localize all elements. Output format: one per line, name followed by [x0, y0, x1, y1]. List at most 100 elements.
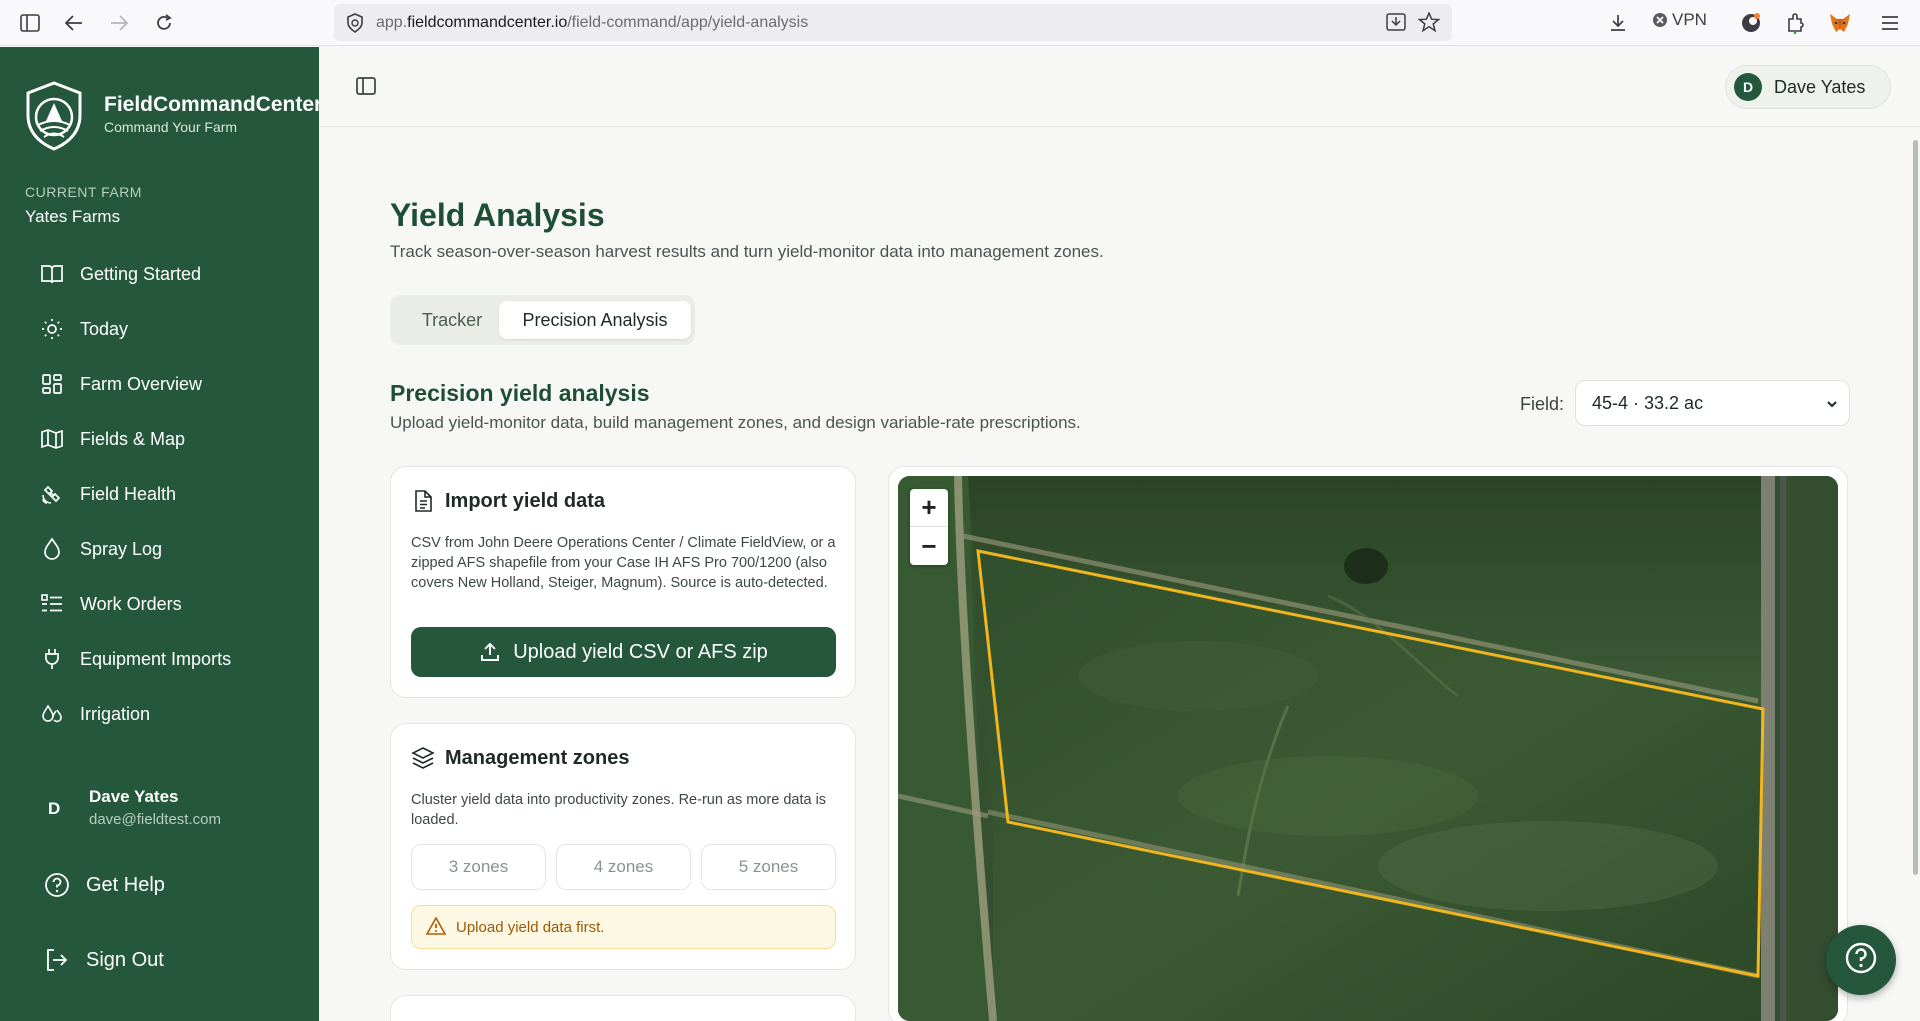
layers-icon [411, 746, 435, 770]
sidebar: FieldCommandCenter Command Your Farm CUR… [0, 47, 322, 1021]
field-map[interactable] [898, 476, 1838, 1021]
nav-today[interactable]: Today [40, 314, 128, 344]
zoom-in-button[interactable]: + [910, 489, 948, 527]
import-yield-card: Import yield data CSV from John Deere Op… [390, 466, 856, 698]
plug-icon [40, 647, 64, 671]
help-icon [1844, 941, 1878, 980]
field-select-value: 45-4 · 33.2 ac [1592, 392, 1704, 413]
user-email: dave@fieldtest.com [89, 811, 221, 828]
help-circle-icon [44, 872, 70, 898]
header-avatar: D [1734, 73, 1762, 101]
upload-button-label: Upload yield CSV or AFS zip [513, 640, 768, 663]
header-user-name: Dave Yates [1774, 76, 1866, 97]
vpn-off-icon [1653, 13, 1667, 27]
log-out-icon [44, 947, 70, 973]
install-app-icon[interactable] [1386, 13, 1406, 36]
nav-label: Irrigation [80, 703, 151, 724]
zones-card-description: Cluster yield data into productivity zon… [411, 792, 827, 828]
nav-label: Getting Started [80, 263, 202, 284]
satellite-imagery [898, 476, 1838, 1021]
zones-5-button[interactable]: 5 zones [701, 844, 836, 890]
nav-irrigation[interactable]: Irrigation [40, 699, 150, 729]
nav-spray-log[interactable]: Spray Log [40, 534, 162, 564]
menu-icon[interactable] [1876, 9, 1904, 37]
user-name: Dave Yates [89, 787, 179, 806]
brand-tagline: Command Your Farm [104, 119, 238, 135]
nav-work-orders[interactable]: Work Orders [40, 589, 182, 619]
panel-toggle-icon[interactable] [355, 75, 377, 97]
zoom-out-button[interactable]: − [910, 527, 948, 565]
import-card-title: Import yield data [445, 489, 606, 512]
vpn-button[interactable]: VPN [1652, 10, 1707, 30]
get-help-button[interactable]: Get Help [44, 872, 165, 898]
list-checks-icon [40, 592, 64, 616]
reload-icon[interactable] [150, 9, 178, 37]
sun-icon [40, 317, 64, 341]
page-scrollbar[interactable] [1913, 140, 1918, 875]
zones-card-title: Management zones [445, 746, 630, 769]
user-menu-button[interactable]: D Dave Yates [1725, 65, 1891, 109]
page-subtitle: Track season-over-season harvest results… [390, 242, 1104, 261]
logo-shield-icon [24, 81, 84, 156]
nav-field-health[interactable]: Field Health [40, 479, 176, 509]
shield-icon[interactable] [346, 13, 364, 38]
profile-icon[interactable] [1737, 9, 1765, 37]
help-fab-button[interactable] [1826, 925, 1896, 995]
upload-first-warning: Upload yield data first. [411, 905, 836, 949]
nav-equipment-imports[interactable]: Equipment Imports [40, 644, 231, 674]
book-open-icon [40, 262, 64, 286]
vpn-label: VPN [1672, 10, 1707, 29]
nav-fields-map[interactable]: Fields & Map [40, 424, 185, 454]
url-text: app.fieldcommandcenter.io/field-command/… [376, 14, 809, 31]
droplet-icon [40, 537, 64, 561]
downloads-icon[interactable] [1604, 9, 1632, 37]
import-card-description: CSV from John Deere Operations Center / … [411, 535, 836, 591]
nav-getting-started[interactable]: Getting Started [40, 259, 201, 289]
file-text-icon [411, 489, 435, 513]
page-title: Yield Analysis [390, 197, 605, 233]
droplets-icon [40, 702, 64, 726]
field-select[interactable]: 45-4 · 33.2 ac [1575, 380, 1850, 426]
user-avatar: D [48, 799, 61, 818]
tab-tracker[interactable]: Tracker [398, 301, 506, 339]
metamask-fox-icon[interactable] [1826, 9, 1854, 37]
zones-card-header: Management zones [411, 746, 629, 770]
nav-label: Equipment Imports [80, 648, 232, 669]
map-zoom-controls: + − [910, 489, 948, 565]
prescription-card [390, 995, 856, 1021]
field-select-label: Field: [1520, 394, 1565, 414]
upload-yield-button[interactable]: Upload yield CSV or AFS zip [411, 627, 836, 677]
view-tabs: Tracker Precision Analysis [390, 295, 695, 345]
import-card-header: Import yield data [411, 489, 605, 513]
tab-precision-analysis[interactable]: Precision Analysis [499, 301, 691, 339]
alert-triangle-icon [426, 917, 446, 937]
management-zones-card: Management zones Cluster yield data into… [390, 723, 856, 970]
grid-icon [40, 372, 64, 396]
address-bar[interactable]: app.fieldcommandcenter.io/field-command/… [334, 4, 1452, 41]
zones-4-button[interactable]: 4 zones [556, 844, 691, 890]
nav-label: Spray Log [80, 538, 163, 559]
app-header: D Dave Yates [319, 47, 1920, 127]
bookmark-star-icon[interactable] [1417, 11, 1441, 37]
zones-3-button[interactable]: 3 zones [411, 844, 546, 890]
sidebar-toggle-icon[interactable] [16, 9, 44, 37]
brand[interactable]: FieldCommandCenter Command Your Farm [24, 81, 322, 156]
upload-icon [479, 641, 501, 663]
extensions-icon[interactable] [1781, 9, 1809, 37]
brand-name: FieldCommandCenter [104, 93, 323, 116]
map-icon [40, 427, 64, 451]
sign-out-button[interactable]: Sign Out [44, 947, 164, 973]
current-farm-label: CURRENT FARM [25, 184, 142, 200]
section-subtitle: Upload yield-monitor data, build managem… [390, 413, 1081, 432]
current-farm-name[interactable]: Yates Farms [25, 207, 120, 227]
sign-out-label: Sign Out [86, 948, 164, 971]
section-title: Precision yield analysis [390, 380, 650, 406]
nav-label: Work Orders [80, 593, 182, 614]
nav-label: Today [80, 318, 129, 339]
forward-icon[interactable] [105, 9, 133, 37]
back-icon[interactable] [60, 9, 88, 37]
nav-farm-overview[interactable]: Farm Overview [40, 369, 202, 399]
chevron-down-icon [1825, 395, 1839, 416]
browser-toolbar: app.fieldcommandcenter.io/field-command/… [0, 0, 1920, 46]
warning-text: Upload yield data first. [456, 918, 605, 936]
